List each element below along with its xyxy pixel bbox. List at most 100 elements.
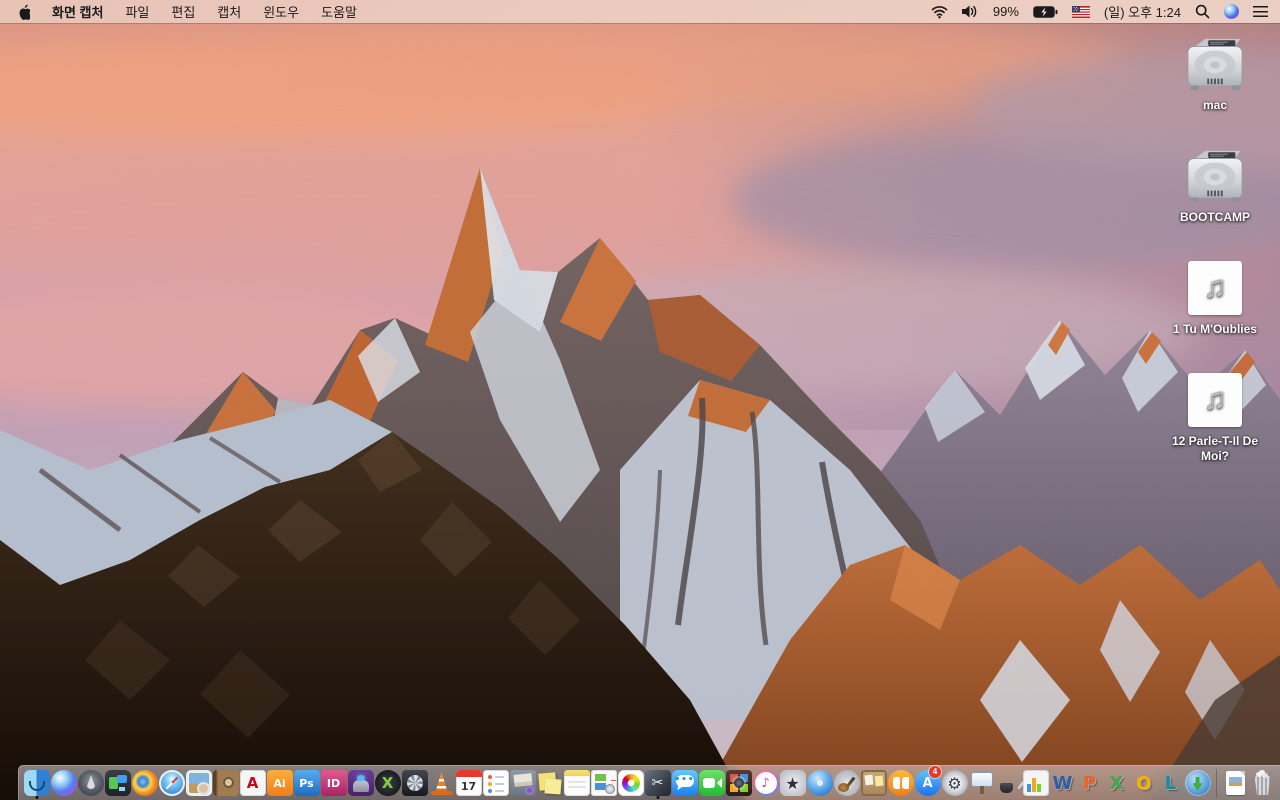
dock-item-document-file[interactable]: [1222, 766, 1249, 800]
dock-item-illustrator[interactable]: Ai: [266, 766, 293, 800]
hard-drive-icon: [1158, 34, 1272, 94]
dock-item-corkboard[interactable]: [860, 766, 887, 800]
notification-center-icon[interactable]: [1253, 6, 1268, 17]
volume-icon[interactable]: [961, 5, 979, 18]
facetime-icon: [698, 770, 725, 796]
ibooks-icon: [887, 770, 914, 796]
idvd-icon: [806, 770, 833, 796]
download-manager-icon: [1184, 770, 1211, 796]
dock-separator: [1216, 769, 1217, 797]
dock-item-doc-utility[interactable]: [590, 766, 617, 800]
menu-window[interactable]: 윈도우: [263, 2, 299, 21]
garageband-icon: [833, 770, 860, 796]
spotlight-search-icon[interactable]: [1195, 4, 1210, 19]
dock-item-pages[interactable]: [995, 766, 1022, 800]
desktop-icon-label: 12 Parle-T-Il De Moi?: [1171, 434, 1259, 463]
desktop-icon-bootcamp[interactable]: BOOTCAMP: [1158, 146, 1272, 225]
dock-item-firefox[interactable]: [131, 766, 158, 800]
dock-item-powerpoint[interactable]: P: [1076, 766, 1103, 800]
input-source-us-flag-icon[interactable]: [1071, 5, 1090, 18]
indesign-icon: ID: [320, 770, 347, 796]
dock-item-vlc[interactable]: [428, 766, 455, 800]
xee-icon: X: [374, 770, 401, 796]
music-note-glyph: ♫: [1203, 383, 1227, 416]
address-book-icon: [212, 770, 239, 796]
desktop-wallpaper: [0, 0, 1280, 800]
dock-item-siri[interactable]: [50, 766, 77, 800]
preview-icon: [185, 770, 212, 796]
desktop-icon-mac[interactable]: mac: [1158, 34, 1272, 113]
itunes-icon: ♪: [752, 770, 779, 796]
wifi-icon[interactable]: [931, 5, 948, 19]
finder-running-indicator: [35, 796, 38, 799]
dock-item-messages[interactable]: •••: [671, 766, 698, 800]
menu-capture[interactable]: 캡처: [217, 2, 241, 21]
photoshop-icon: Ps: [293, 770, 320, 796]
app-menu-title[interactable]: 화면 캡처: [52, 2, 103, 21]
dock-item-trash[interactable]: [1249, 766, 1276, 800]
illustrator-icon: Ai: [266, 770, 293, 796]
dock-item-preview[interactable]: [185, 766, 212, 800]
dock-item-acrobat-reader[interactable]: A: [239, 766, 266, 800]
menu-bar-clock[interactable]: (일) 오후 1:24: [1104, 2, 1181, 21]
dock-item-excel[interactable]: X: [1103, 766, 1130, 800]
menu-edit[interactable]: 편집: [171, 2, 195, 21]
dock-item-photo-booth[interactable]: [725, 766, 752, 800]
apple-menu-icon[interactable]: [16, 3, 30, 20]
dock-item-notes[interactable]: [563, 766, 590, 800]
dock-item-xee[interactable]: X: [374, 766, 401, 800]
battery-percent: 99%: [992, 4, 1019, 19]
dock-item-itunes[interactable]: ♪: [752, 766, 779, 800]
dock-item-photoshop[interactable]: Ps: [293, 766, 320, 800]
menu-file[interactable]: 파일: [125, 2, 149, 21]
dock-item-idvd[interactable]: [806, 766, 833, 800]
siri-icon: [50, 770, 77, 796]
lync-icon: L: [1164, 772, 1177, 794]
corkboard-icon: [860, 770, 887, 796]
dock-item-toast[interactable]: [347, 766, 374, 800]
dock-item-keynote[interactable]: [968, 766, 995, 800]
dock-item-lync[interactable]: L: [1157, 766, 1184, 800]
dock-item-archive-utility[interactable]: [509, 766, 536, 800]
dock-item-indesign[interactable]: ID: [320, 766, 347, 800]
dock-item-mission-control[interactable]: [104, 766, 131, 800]
desktop-icon-audio-2[interactable]: ♫ 12 Parle-T-Il De Moi?: [1158, 370, 1272, 464]
powerpoint-icon: P: [1082, 772, 1097, 794]
dock-item-launchpad[interactable]: [77, 766, 104, 800]
dock-item-address-book[interactable]: [212, 766, 239, 800]
acrobat-reader-icon: A: [239, 770, 266, 796]
dock-item-download-manager[interactable]: [1184, 766, 1211, 800]
dock-item-reminders[interactable]: [482, 766, 509, 800]
dock-item-calendar[interactable]: 17: [455, 766, 482, 800]
dock-item-app-store[interactable]: A4: [914, 766, 941, 800]
dock-item-word[interactable]: W: [1049, 766, 1076, 800]
desktop-icon-label: BOOTCAMP: [1180, 210, 1250, 224]
dock-item-garageband[interactable]: [833, 766, 860, 800]
app-store-badge: 4: [929, 766, 941, 778]
dock-item-imovie[interactable]: ★: [779, 766, 806, 800]
desktop-icon-audio-1[interactable]: ♫ 1 Tu M'Oublies: [1158, 258, 1272, 337]
dock-item-fan-utility[interactable]: [401, 766, 428, 800]
battery-charging-icon[interactable]: [1033, 5, 1058, 18]
dock-item-photos[interactable]: [617, 766, 644, 800]
photo-booth-icon: [725, 770, 752, 796]
dock-item-numbers[interactable]: [1022, 766, 1049, 800]
keynote-icon: [969, 770, 995, 796]
dock-item-safari[interactable]: [158, 766, 185, 800]
dock-item-grab[interactable]: ✂: [644, 766, 671, 800]
dock-item-finder[interactable]: [23, 766, 50, 800]
dock-item-facetime[interactable]: [698, 766, 725, 800]
messages-icon: •••: [671, 770, 698, 796]
dock-item-ibooks[interactable]: [887, 766, 914, 800]
dock-item-stickies[interactable]: [536, 766, 563, 800]
dock-item-system-preferences[interactable]: ⚙: [941, 766, 968, 800]
trash-icon: [1250, 770, 1276, 796]
desktop-icon-label: 1 Tu M'Oublies: [1173, 322, 1257, 336]
launchpad-icon: [77, 770, 104, 796]
vlc-icon: [429, 770, 455, 796]
imovie-icon: ★: [779, 770, 806, 796]
siri-menu-icon[interactable]: [1224, 4, 1239, 19]
dock-item-outlook[interactable]: O: [1130, 766, 1157, 800]
desktop-icon-label: mac: [1202, 98, 1228, 112]
menu-help[interactable]: 도움말: [321, 2, 357, 21]
